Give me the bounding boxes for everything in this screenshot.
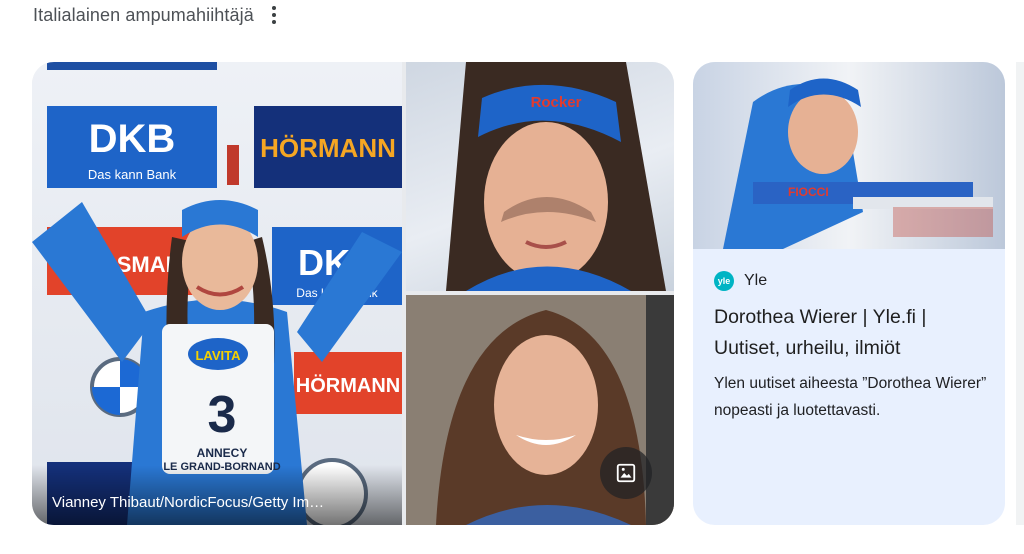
- svg-text:HÖRMANN: HÖRMANN: [260, 133, 396, 163]
- svg-text:LAVITA: LAVITA: [195, 348, 241, 363]
- more-vert-icon[interactable]: [268, 4, 280, 26]
- next-card-edge[interactable]: [1016, 62, 1024, 525]
- section-title: Italialainen ampumahiihtäjä: [33, 4, 254, 25]
- card-thumbnail-illustration: FIOCCI: [723, 78, 993, 249]
- portrait-photo[interactable]: [406, 295, 674, 525]
- card-title[interactable]: Dorothea Wierer | Yle.fi | Uutiset, urhe…: [714, 302, 984, 364]
- result-card[interactable]: FIOCCI yle Yle Dorothea Wierer | Yle.fi …: [693, 62, 1005, 525]
- svg-text:HÖRMANN: HÖRMANN: [296, 374, 400, 397]
- svg-text:ANNECY: ANNECY: [197, 446, 248, 460]
- card-source[interactable]: yle Yle: [714, 271, 767, 291]
- main-photo[interactable]: DKB Das kann Bank HÖRMANN VIESSMANN DKB …: [32, 62, 402, 525]
- athlete-podium-illustration: DKB Das kann Bank HÖRMANN VIESSMANN DKB …: [32, 62, 402, 525]
- svg-text:FIOCCI: FIOCCI: [788, 185, 829, 199]
- section-header: Italialainen ampumahiihtäjä: [33, 2, 280, 28]
- yle-logo: yle: [714, 271, 734, 291]
- image-icon[interactable]: [600, 447, 652, 499]
- svg-text:3: 3: [208, 386, 237, 444]
- closeup-photo[interactable]: Rocker: [406, 62, 674, 291]
- image-gallery: DKB Das kann Bank HÖRMANN VIESSMANN DKB …: [32, 62, 674, 525]
- source-name: Yle: [744, 272, 768, 289]
- card-description: Ylen uutiset aiheesta ”Dorothea Wierer” …: [714, 375, 987, 419]
- svg-text:DKB: DKB: [89, 117, 176, 161]
- image-credit: Vianney Thibaut/NordicFocus/Getty Im…: [32, 465, 402, 525]
- svg-text:Rocker: Rocker: [531, 94, 582, 111]
- image-credit-text: Vianney Thibaut/NordicFocus/Getty Im…: [52, 494, 325, 511]
- svg-text:Das kann Bank: Das kann Bank: [88, 167, 177, 182]
- athlete-closeup-illustration: Rocker: [446, 62, 666, 291]
- card-thumbnail[interactable]: FIOCCI: [693, 62, 1005, 249]
